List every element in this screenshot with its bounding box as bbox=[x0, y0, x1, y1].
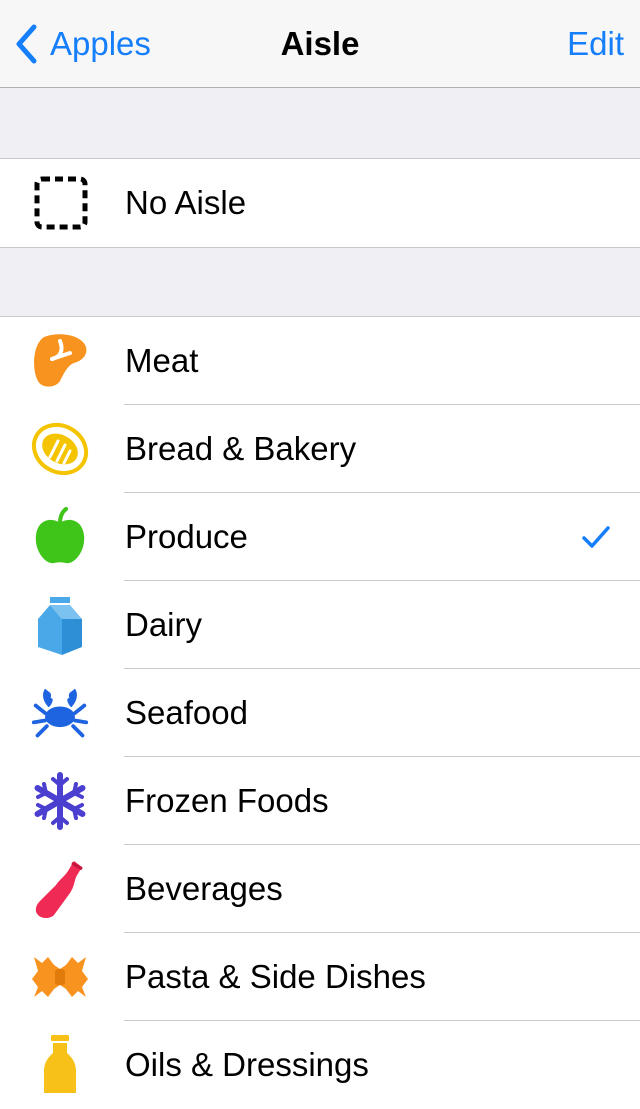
steak-icon bbox=[30, 331, 90, 391]
aisle-label: Frozen Foods bbox=[125, 782, 329, 819]
aisle-label: Seafood bbox=[125, 694, 248, 731]
milk-carton-icon bbox=[30, 595, 90, 655]
no-aisle-label: No Aisle bbox=[125, 184, 247, 221]
aisle-label: Dairy bbox=[125, 606, 203, 643]
aisle-row-produce[interactable]: Produce bbox=[0, 493, 640, 581]
crab-icon bbox=[30, 683, 90, 743]
aisle-row-bread-bakery[interactable]: Bread & Bakery bbox=[0, 405, 640, 493]
apple-icon bbox=[30, 507, 90, 567]
aisle-row-beverages[interactable]: Beverages bbox=[0, 845, 640, 933]
edit-button[interactable]: Edit bbox=[567, 22, 624, 66]
back-button-label: Apples bbox=[50, 25, 151, 62]
aisle-row-meat[interactable]: Meat bbox=[0, 317, 640, 405]
aisle-label: Bread & Bakery bbox=[125, 430, 357, 467]
aisle-label: Produce bbox=[125, 518, 248, 555]
snowflake-icon bbox=[30, 771, 90, 831]
oil-bottle-icon bbox=[30, 1035, 90, 1095]
navigation-bar: Apples Aisle Edit bbox=[0, 0, 640, 88]
checkmark-icon bbox=[582, 526, 610, 548]
aisle-row-seafood[interactable]: Seafood bbox=[0, 669, 640, 757]
bottle-icon bbox=[30, 859, 90, 919]
no-aisle-row[interactable]: No Aisle bbox=[0, 159, 640, 247]
chevron-left-icon bbox=[16, 24, 37, 64]
no-aisle-section: No Aisle bbox=[0, 158, 640, 248]
aisle-label: Beverages bbox=[125, 870, 283, 907]
aisle-label: Pasta & Side Dishes bbox=[125, 958, 426, 995]
bread-icon bbox=[30, 419, 90, 479]
aisle-row-frozen-foods[interactable]: Frozen Foods bbox=[0, 757, 640, 845]
aisle-label: Meat bbox=[125, 342, 199, 379]
aisle-list: Meat Bread & Bakery Produce Dairy Seafoo… bbox=[0, 316, 640, 1109]
pasta-icon bbox=[30, 947, 90, 1007]
aisle-row-pasta[interactable]: Pasta & Side Dishes bbox=[0, 933, 640, 1021]
dashed-square-icon bbox=[30, 173, 90, 233]
aisle-row-dairy[interactable]: Dairy bbox=[0, 581, 640, 669]
back-button[interactable]: Apples bbox=[14, 22, 151, 66]
